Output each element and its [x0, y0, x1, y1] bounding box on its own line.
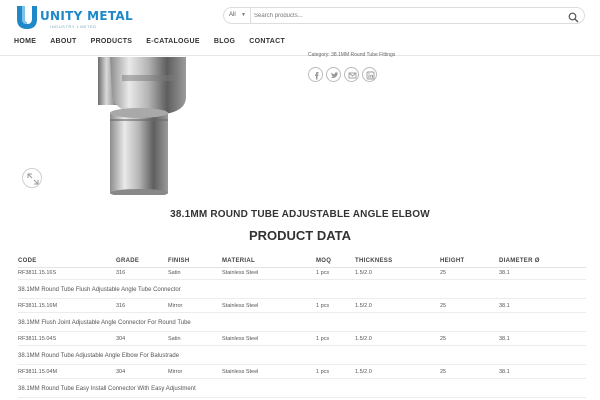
site-logo[interactable]: UNITY METAL INDUSTRY LIMITED [14, 4, 134, 32]
cell-diameter: 38.1 [499, 270, 510, 276]
product-category[interactable]: Category: 38.1MM Round Tube Fittings [308, 52, 395, 58]
row-description: 38.1MM Round Tube Flush Adjustable Angle… [18, 281, 586, 299]
logo-title: UNITY METAL [40, 9, 133, 23]
cell-material: Stainless Steel [222, 336, 259, 342]
nav-e-catalogue[interactable]: E-CATALOGUE [146, 38, 200, 50]
search-input[interactable] [254, 9, 554, 22]
logo-subtitle: INDUSTRY LIMITED [50, 24, 97, 29]
cell-finish: Mirror [168, 369, 183, 375]
description-text: 38.1MM Round Tube Adjustable Angle Elbow… [18, 353, 180, 359]
nav-home[interactable]: HOME [14, 38, 36, 50]
col-finish: FINISH [168, 258, 190, 264]
expand-icon [27, 173, 39, 185]
product-title: 38.1MM ROUND TUBE ADJUSTABLE ANGLE ELBOW [170, 209, 430, 220]
description-text: 38.1MM Round Tube Easy Install Connector… [18, 386, 196, 392]
cell-thickness: 1.5/2.0 [355, 303, 372, 309]
cell-moq: 1 pcs [316, 303, 330, 309]
cell-material: Stainless Steel [222, 270, 259, 276]
table-row: RF3811.15.04M 304 Mirror Stainless Steel… [18, 367, 586, 379]
product-image[interactable] [0, 57, 290, 195]
cell-finish: Satin [168, 336, 181, 342]
cell-code: RF3811.15.04S [18, 336, 57, 342]
cell-diameter: 38.1 [499, 336, 510, 342]
cell-height: 25 [440, 270, 447, 276]
cell-diameter: 38.1 [499, 369, 510, 375]
cell-material: Stainless Steel [222, 303, 259, 309]
cell-moq: 1 pcs [316, 270, 330, 276]
cell-height: 25 [440, 303, 447, 309]
cell-code: RF3811.15.04M [18, 369, 58, 375]
zoom-button[interactable] [22, 168, 42, 188]
col-code: CODE [18, 258, 37, 264]
table-row: RF3811.15.16S 316 Satin Stainless Steel … [18, 268, 586, 280]
cell-height: 25 [440, 369, 447, 375]
cell-height: 25 [440, 336, 447, 342]
linkedin-icon[interactable] [362, 67, 377, 82]
cell-grade: 304 [116, 369, 126, 375]
nav-about[interactable]: ABOUT [50, 38, 76, 50]
row-description: 38.1MM Round Tube Adjustable Angle Elbow… [18, 347, 586, 365]
product-data-heading: PRODUCT DATA [248, 228, 352, 243]
chevron-down-icon: ▼ [241, 12, 246, 18]
col-thickness: THICKNESS [355, 258, 393, 264]
search-icon[interactable] [568, 10, 579, 23]
nav-blog[interactable]: BLOG [214, 38, 235, 50]
table-row: RF3811.15.04S 304 Satin Stainless Steel … [18, 334, 586, 346]
site-header: UNITY METAL INDUSTRY LIMITED All ▼ HOME … [0, 0, 600, 56]
cell-grade: 316 [116, 270, 126, 276]
cell-moq: 1 pcs [316, 336, 330, 342]
row-description: 38.1MM Flush Joint Adjustable Angle Conn… [18, 314, 586, 332]
col-material: MATERIAL [222, 258, 255, 264]
cell-grade: 316 [116, 303, 126, 309]
cell-diameter: 38.1 [499, 303, 510, 309]
cell-thickness: 1.5/2.0 [355, 369, 372, 375]
email-icon[interactable] [344, 67, 359, 82]
share-icons [308, 67, 377, 82]
col-height: HEIGHT [440, 258, 465, 264]
cell-code: RF3811.15.16S [18, 270, 57, 276]
search-bar: All ▼ [223, 7, 585, 24]
logo-u-icon [17, 6, 37, 29]
facebook-icon[interactable] [308, 67, 323, 82]
cell-thickness: 1.5/2.0 [355, 336, 372, 342]
description-text: 38.1MM Round Tube Flush Adjustable Angle… [18, 287, 181, 293]
cell-material: Stainless Steel [222, 369, 259, 375]
col-diameter: DIAMETER Ø [499, 258, 540, 264]
nav-products[interactable]: PRODUCTS [91, 38, 133, 50]
cell-thickness: 1.5/2.0 [355, 270, 372, 276]
col-grade: GRADE [116, 258, 140, 264]
col-moq: MOQ [316, 258, 332, 264]
description-text: 38.1MM Flush Joint Adjustable Angle Conn… [18, 320, 191, 326]
main-nav: HOME ABOUT PRODUCTS E-CATALOGUE BLOG CON… [14, 38, 299, 50]
cell-moq: 1 pcs [316, 369, 330, 375]
table-header: CODE GRADE FINISH MATERIAL MOQ THICKNESS… [18, 256, 586, 268]
cell-grade: 304 [116, 336, 126, 342]
cell-code: RF3811.15.16M [18, 303, 58, 309]
table-row: RF3811.15.16M 316 Mirror Stainless Steel… [18, 301, 586, 313]
product-photo [98, 57, 186, 195]
search-category-select[interactable]: All ▼ [224, 8, 251, 23]
row-description: 38.1MM Round Tube Easy Install Connector… [18, 380, 586, 398]
twitter-icon[interactable] [326, 67, 341, 82]
cell-finish: Mirror [168, 303, 183, 309]
nav-contact[interactable]: CONTACT [249, 38, 285, 50]
cell-finish: Satin [168, 270, 181, 276]
